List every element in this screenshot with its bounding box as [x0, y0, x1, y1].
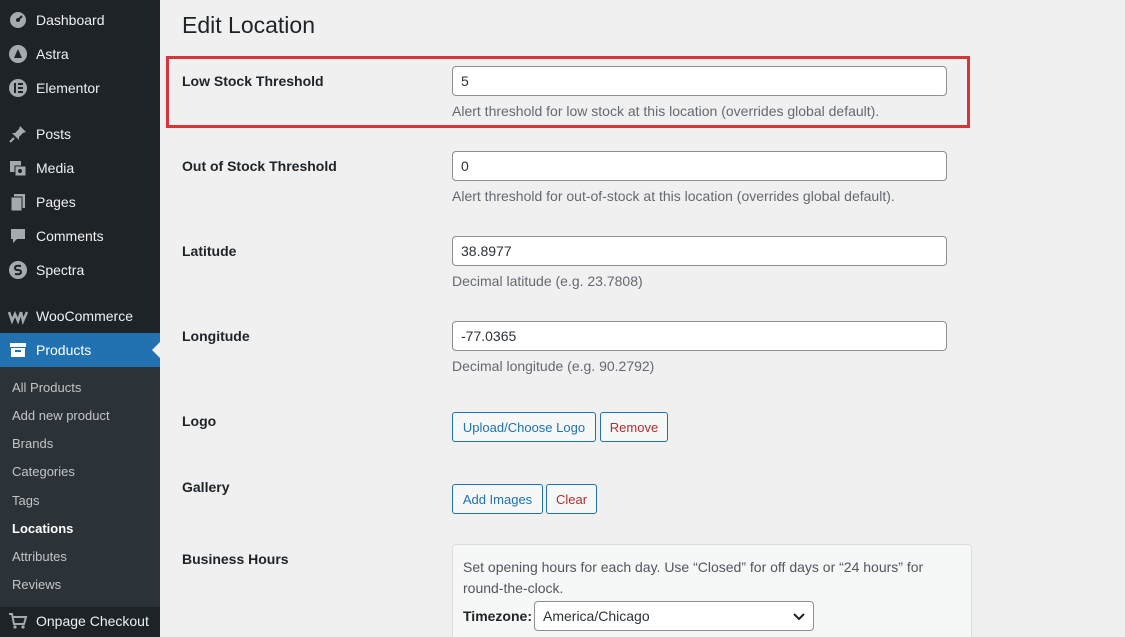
- archive-icon: [0, 340, 36, 360]
- upload-logo-button[interactable]: Upload/Choose Logo: [452, 412, 596, 442]
- business-hours-description: Set opening hours for each day. Use “Clo…: [463, 559, 924, 596]
- menu-item-dashboard[interactable]: Dashboard: [0, 3, 160, 37]
- menu-item-products[interactable]: Products: [0, 333, 160, 367]
- cart-icon: [0, 611, 36, 631]
- longitude-description: Decimal longitude (e.g. 90.2792): [452, 358, 655, 374]
- comment-icon: [0, 226, 36, 246]
- media-icon: [0, 158, 36, 178]
- menu-item-comments[interactable]: Comments: [0, 219, 160, 253]
- menu-label: Pages: [36, 194, 76, 210]
- business-hours-label: Business Hours: [182, 551, 289, 567]
- menu-label: Astra: [36, 46, 69, 62]
- gallery-label: Gallery: [182, 479, 230, 495]
- latitude-description: Decimal latitude (e.g. 23.7808): [452, 273, 643, 289]
- menu-label: Dashboard: [36, 12, 105, 28]
- submenu-item-categories[interactable]: Categories: [12, 464, 75, 479]
- admin-sidebar: Dashboard Astra Elementor Posts Media Pa…: [0, 0, 160, 637]
- astra-icon: [0, 44, 36, 64]
- menu-item-pages[interactable]: Pages: [0, 185, 160, 219]
- pin-icon: [0, 124, 36, 144]
- products-submenu: All Products Add new product Brands Cate…: [0, 367, 160, 607]
- timezone-select[interactable]: America/Chicago: [534, 601, 814, 631]
- low-stock-input[interactable]: 5: [452, 66, 947, 96]
- main-content: Edit Location Low Stock Threshold 5 Aler…: [160, 0, 1125, 637]
- menu-label: Spectra: [36, 262, 85, 278]
- submenu-item-attributes[interactable]: Attributes: [12, 549, 67, 564]
- elementor-icon: [0, 78, 36, 98]
- logo-label: Logo: [182, 413, 217, 429]
- menu-label: WooCommerce: [36, 308, 133, 324]
- timezone-value: America/Chicago: [543, 608, 650, 624]
- menu-label: Comments: [36, 228, 104, 244]
- menu-item-elementor[interactable]: Elementor: [0, 71, 160, 105]
- chevron-down-icon: [793, 613, 805, 621]
- spectra-icon: [0, 260, 36, 280]
- submenu-item-reviews[interactable]: Reviews: [12, 577, 61, 592]
- submenu-item-locations[interactable]: Locations: [12, 521, 73, 536]
- submenu-item-all-products[interactable]: All Products: [12, 380, 81, 395]
- menu-label: Products: [36, 342, 92, 358]
- out-of-stock-description: Alert threshold for out-of-stock at this…: [452, 188, 895, 204]
- menu-item-astra[interactable]: Astra: [0, 37, 160, 71]
- menu-item-media[interactable]: Media: [0, 151, 160, 185]
- remove-logo-button[interactable]: Remove: [600, 412, 668, 442]
- page-title: Edit Location: [182, 12, 315, 38]
- latitude-input[interactable]: 38.8977: [452, 236, 947, 266]
- out-of-stock-input[interactable]: 0: [452, 151, 947, 181]
- menu-label: Posts: [36, 126, 72, 142]
- low-stock-label: Low Stock Threshold: [182, 73, 324, 89]
- menu-label: Media: [36, 160, 75, 176]
- menu-item-posts[interactable]: Posts: [0, 117, 160, 151]
- latitude-label: Latitude: [182, 243, 237, 259]
- active-indicator: [152, 342, 160, 358]
- menu-label: Onpage Checkout: [36, 613, 149, 629]
- timezone-label: Timezone:: [463, 608, 532, 624]
- menu-item-onpage-checkout[interactable]: Onpage Checkout: [0, 604, 160, 637]
- clear-gallery-button[interactable]: Clear: [546, 484, 597, 514]
- low-stock-description: Alert threshold for low stock at this lo…: [452, 103, 880, 119]
- menu-item-spectra[interactable]: Spectra: [0, 253, 160, 287]
- submenu-item-add-new-product[interactable]: Add new product: [12, 408, 110, 423]
- add-images-button[interactable]: Add Images: [452, 484, 543, 514]
- dashboard-icon: [0, 10, 36, 30]
- woocommerce-icon: [0, 306, 36, 326]
- menu-item-woocommerce[interactable]: WooCommerce: [0, 299, 160, 333]
- longitude-input[interactable]: -77.0365: [452, 321, 947, 351]
- business-hours-panel: Set opening hours for each day. Use “Clo…: [452, 544, 972, 637]
- longitude-label: Longitude: [182, 328, 250, 344]
- submenu-item-brands[interactable]: Brands: [12, 436, 53, 451]
- menu-label: Elementor: [36, 80, 100, 96]
- submenu-item-tags[interactable]: Tags: [12, 493, 39, 508]
- out-of-stock-label: Out of Stock Threshold: [182, 158, 337, 174]
- pages-icon: [0, 192, 36, 212]
